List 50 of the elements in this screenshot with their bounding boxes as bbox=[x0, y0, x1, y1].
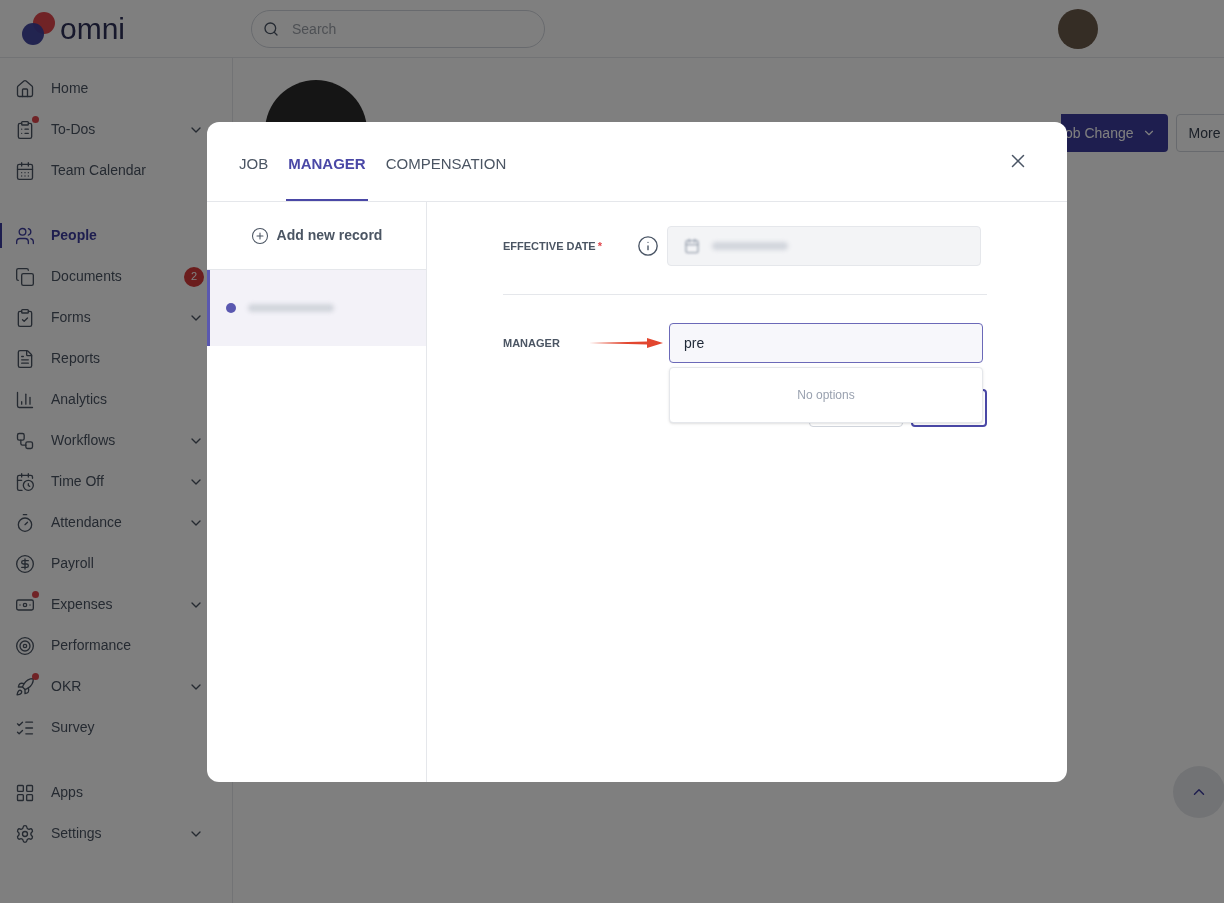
empty-message: No options bbox=[797, 387, 855, 404]
tab[interactable]: COMPENSATION bbox=[383, 152, 509, 201]
rocket-icon bbox=[15, 676, 35, 697]
info-icon bbox=[637, 235, 659, 257]
record-item[interactable] bbox=[207, 270, 426, 346]
sidebar-item[interactable]: Performance bbox=[0, 625, 232, 666]
sidebar-item[interactable]: Team Calendar bbox=[0, 150, 232, 191]
sidebar-item[interactable]: Expenses bbox=[0, 584, 232, 625]
logo-icon bbox=[20, 10, 56, 47]
scroll-top-button[interactable] bbox=[1173, 766, 1224, 818]
sidebar-item[interactable]: To-Dos bbox=[0, 109, 232, 150]
manager-field[interactable]: pre bbox=[669, 323, 983, 363]
sidebar-item[interactable]: Analytics bbox=[0, 379, 232, 420]
grid-icon bbox=[15, 782, 35, 803]
field-label: MANAGER bbox=[503, 335, 561, 351]
sidebar-item[interactable]: Settings bbox=[0, 813, 232, 854]
search-icon bbox=[263, 20, 279, 37]
people-icon bbox=[15, 225, 35, 246]
sidebar-item[interactable]: Time Off bbox=[0, 461, 232, 502]
sidebar-item[interactable]: Payroll bbox=[0, 543, 232, 584]
sidebar-item[interactable]: Forms bbox=[0, 297, 232, 338]
sidebar-item[interactable]: Survey bbox=[0, 707, 232, 748]
house-icon bbox=[15, 78, 35, 99]
logo-text: omni bbox=[60, 13, 126, 44]
sidebar-item[interactable]: Apps bbox=[0, 772, 232, 813]
count-badge: 2 bbox=[184, 266, 204, 287]
plus-circle-icon bbox=[250, 226, 269, 245]
field-label: EFFECTIVE DATE * bbox=[503, 238, 603, 254]
calendar-clock-icon bbox=[15, 471, 35, 492]
file-icon bbox=[15, 348, 35, 369]
calendar-icon bbox=[684, 238, 700, 254]
tab[interactable]: MANAGER bbox=[286, 152, 368, 201]
avatar[interactable] bbox=[1058, 8, 1098, 49]
checklist-icon bbox=[15, 119, 35, 140]
calendar-icon bbox=[15, 160, 35, 181]
workflow-icon bbox=[15, 430, 35, 451]
sidebar-item[interactable]: Reports bbox=[0, 338, 232, 379]
sidebar-item[interactable]: OKR bbox=[0, 666, 232, 707]
tab[interactable]: JOB bbox=[237, 152, 271, 201]
sidebar-item[interactable]: Attendance bbox=[0, 502, 232, 543]
more-button[interactable]: More bbox=[1175, 114, 1224, 152]
sidebar-item[interactable]: Workflows bbox=[0, 420, 232, 461]
sidebar-item[interactable]: Home bbox=[0, 68, 232, 109]
stopwatch-icon bbox=[15, 512, 35, 533]
clipboard-icon bbox=[15, 307, 35, 328]
bar-chart-icon bbox=[15, 389, 35, 410]
target-icon bbox=[15, 635, 35, 656]
dollar-icon bbox=[15, 553, 35, 574]
documents-icon bbox=[15, 266, 35, 287]
settings-icon bbox=[15, 823, 35, 844]
